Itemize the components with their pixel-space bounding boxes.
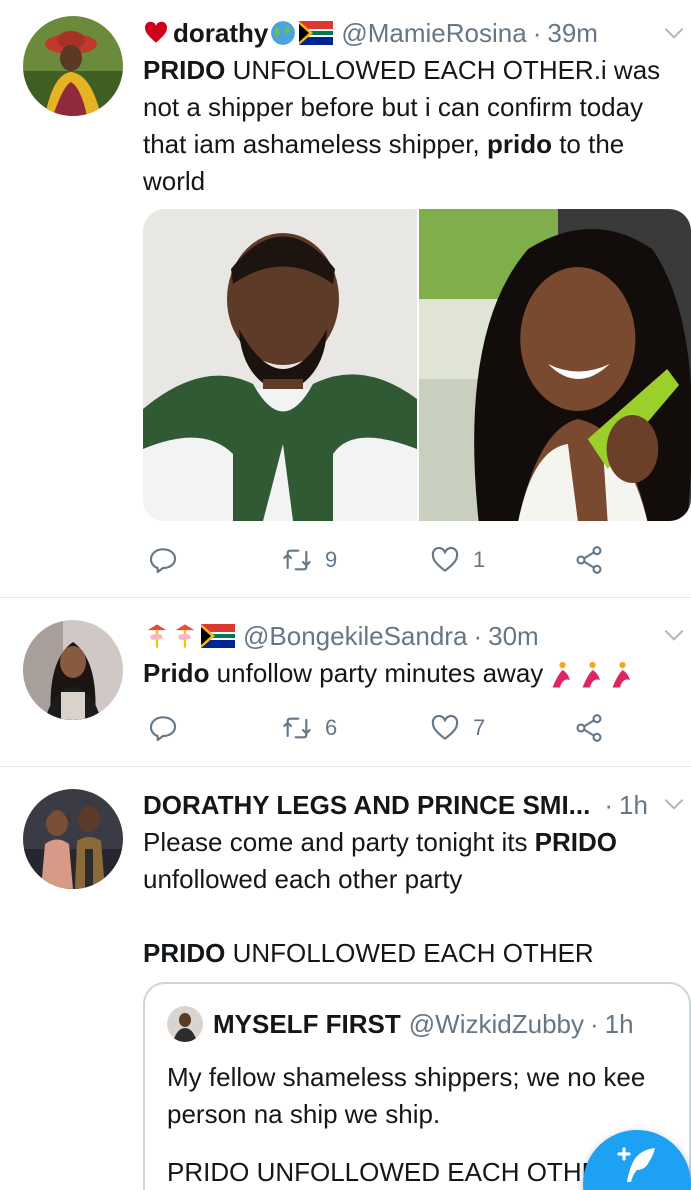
tweet-media[interactable] [143, 209, 691, 521]
heart-icon [431, 546, 459, 572]
chevron-down-icon [664, 629, 684, 641]
photo-left[interactable] [143, 209, 417, 521]
tweet-actions: 6 7 [143, 708, 623, 748]
chevron-down-icon [664, 798, 684, 810]
share-icon [576, 546, 602, 574]
text-line: Please come and party tonight its PRIDO [143, 824, 685, 861]
display-name[interactable]: dorathy [173, 16, 268, 50]
retweet-button[interactable]: 9 [281, 544, 337, 576]
share-button[interactable] [573, 544, 605, 576]
tweet-menu-caret[interactable] [661, 20, 687, 46]
handle[interactable]: @BongekileSandra [243, 619, 467, 653]
tweet-text: Please come and party tonight its PRIDO … [143, 824, 685, 972]
avatar[interactable] [23, 620, 123, 720]
heart-icon [431, 714, 459, 740]
quoted-tweet-text-more: PRIDO UNFOLLOWED EACH OTHER [167, 1157, 618, 1187]
tweet-header: dorathy @MamieRosina · 39m [143, 16, 671, 50]
timestamp[interactable]: 39m [547, 16, 598, 50]
reply-button[interactable] [147, 712, 179, 744]
tweet-text: Prido unfollow party minutes away [143, 655, 685, 692]
text-segment: unfollow party minutes away [209, 658, 544, 688]
avatar[interactable] [23, 16, 123, 116]
timestamp[interactable]: 30m [488, 619, 539, 653]
retweet-count: 6 [325, 715, 338, 740]
text-segment: UNFOLLOWED EACH OTHER [225, 938, 594, 968]
tweet-menu-caret[interactable] [661, 622, 687, 648]
dancer-emoji-icon [582, 662, 600, 688]
south-africa-flag-icon [299, 21, 334, 45]
quoted-tweet-header: MYSELF FIRST @WizkidZubby · 1h [167, 1006, 634, 1042]
text-line: unfollowed each other party [143, 864, 463, 894]
tweet[interactable]: @BongekileSandra · 30m Prido unfollow pa… [0, 598, 691, 766]
avatar[interactable] [167, 1006, 203, 1042]
dancer-emoji-icon [612, 662, 630, 688]
separator: · [604, 790, 614, 820]
like-count: 7 [473, 715, 486, 740]
timestamp[interactable]: 1h [619, 788, 648, 822]
separator: · [532, 18, 542, 48]
dancer-emoji-icon [552, 662, 570, 688]
bold-keyword[interactable]: PRIDO [143, 55, 225, 85]
display-name[interactable]: MYSELF FIRST [213, 1009, 401, 1040]
text-line: PRIDO UNFOLLOWED EACH OTHER [143, 935, 685, 972]
display-name[interactable]: DORATHY LEGS AND PRINCE SMI... [143, 788, 590, 822]
carousel-horse-icon [175, 624, 195, 648]
text-segment: Please come and party tonight its [143, 827, 535, 857]
bold-keyword[interactable]: PRIDO [143, 938, 225, 968]
like-button[interactable]: 1 [429, 544, 485, 576]
south-africa-flag-icon [201, 624, 235, 648]
share-icon [576, 714, 602, 742]
tweet-menu-caret[interactable] [661, 791, 687, 817]
carousel-horse-icon [147, 624, 167, 648]
retweet-icon [283, 549, 311, 571]
chevron-down-icon [664, 27, 684, 39]
share-button[interactable] [573, 712, 605, 744]
handle[interactable]: @WizkidZubby [409, 1009, 584, 1040]
separator: · [473, 621, 483, 651]
quoted-tweet-text: My fellow shameless shippers; we no kee … [167, 1062, 646, 1129]
retweet-count: 9 [325, 547, 338, 572]
bold-keyword[interactable]: Prido [143, 658, 209, 688]
reply-button[interactable] [147, 544, 179, 576]
globe-icon [271, 21, 296, 45]
compose-tweet-icon [617, 1147, 655, 1182]
retweet-icon [283, 717, 311, 739]
tweet-header: DORATHY LEGS AND PRINCE SMI... · 1h [143, 788, 671, 822]
bold-keyword[interactable]: PRIDO [535, 827, 617, 857]
separator: · [590, 1008, 599, 1039]
like-button[interactable]: 7 [429, 712, 485, 744]
reply-icon [149, 548, 177, 574]
bold-keyword[interactable]: prido [487, 129, 552, 159]
reply-icon [149, 716, 177, 742]
photo-right[interactable] [417, 209, 691, 521]
tweet-actions: 9 1 [143, 540, 623, 580]
like-count: 1 [473, 547, 486, 572]
timestamp: 1h [604, 1008, 634, 1039]
tweet-text: PRIDO UNFOLLOWED EACH OTHER.i was not a … [143, 52, 685, 200]
red-heart-icon [145, 21, 168, 43]
avatar[interactable] [23, 789, 123, 889]
retweet-button[interactable]: 6 [281, 712, 337, 744]
tweet-header: @BongekileSandra · 30m [143, 619, 671, 653]
tweet[interactable]: dorathy @MamieRosina · 39m PRIDO UNFOLLO… [0, 0, 691, 597]
handle[interactable]: @MamieRosina [341, 16, 526, 50]
